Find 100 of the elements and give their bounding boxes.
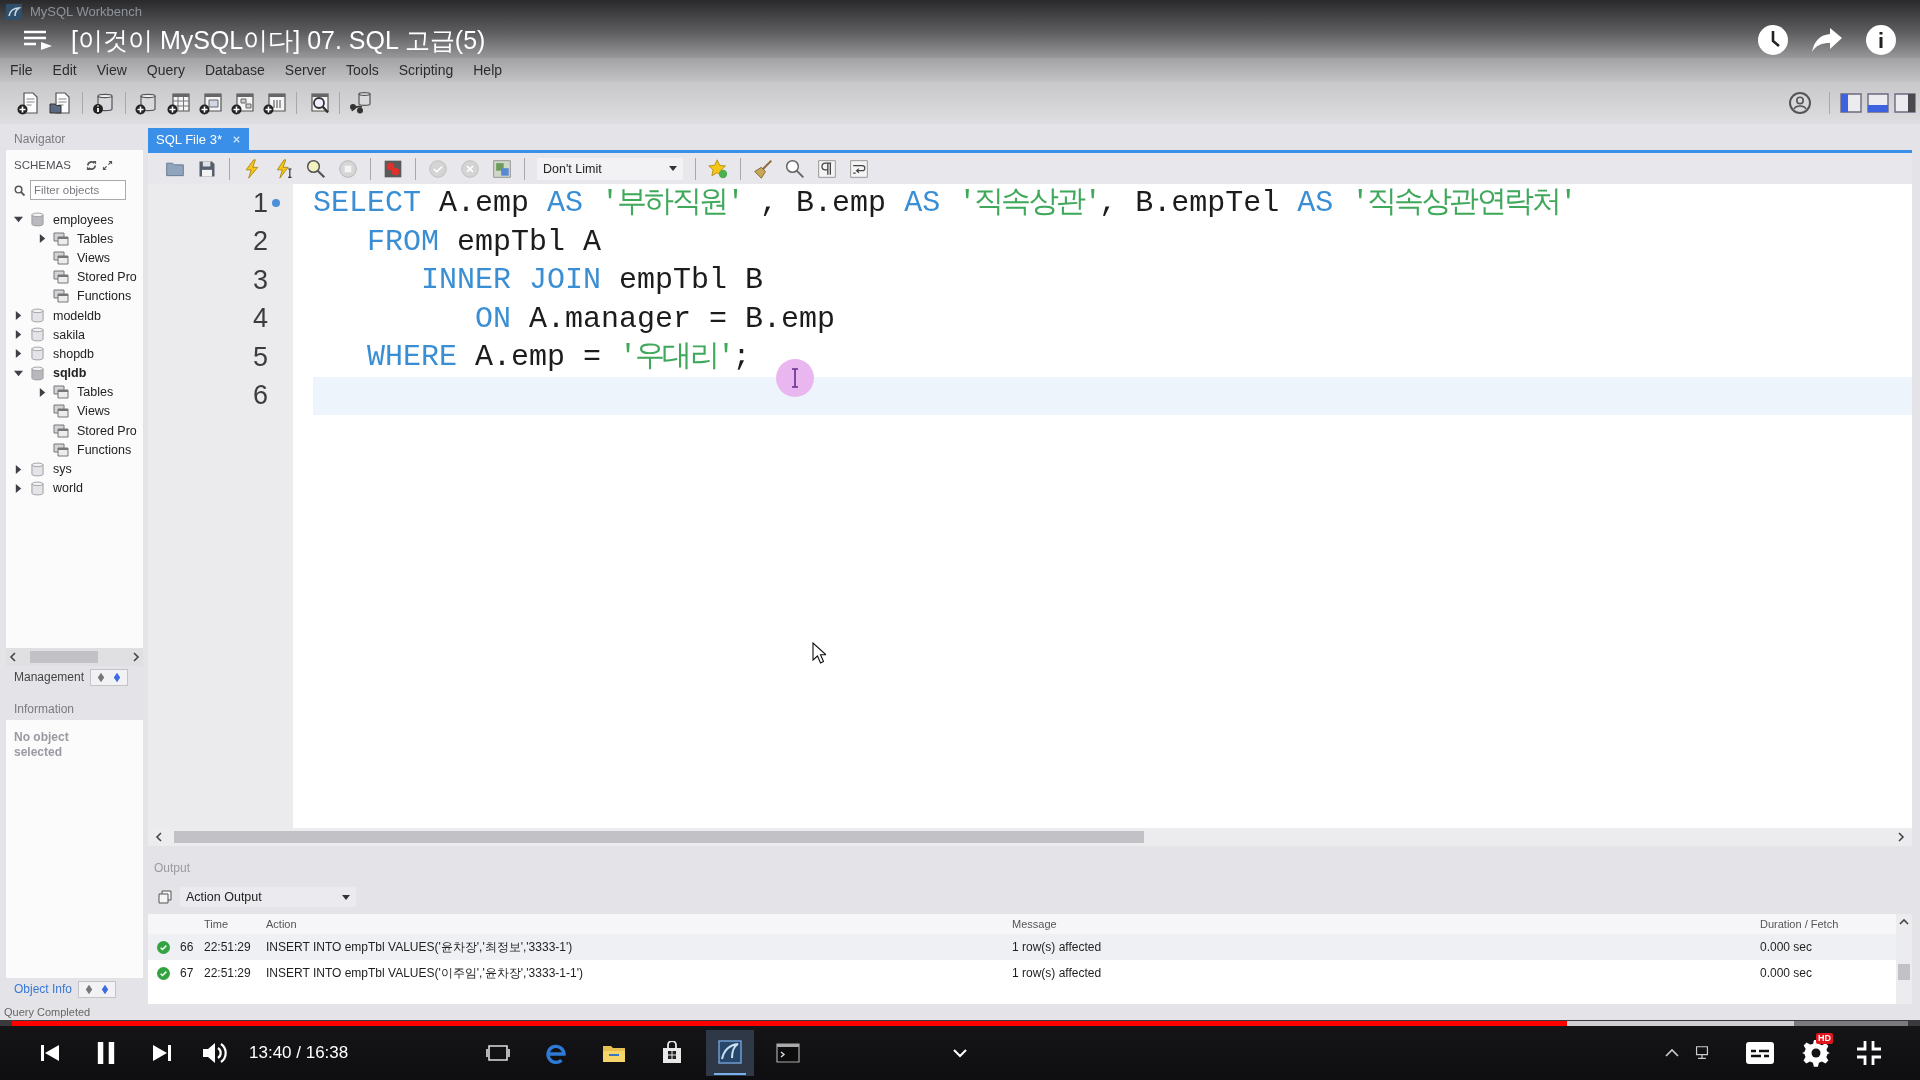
tree-item[interactable]: Functions bbox=[77, 289, 132, 304]
app-icon[interactable] bbox=[706, 1030, 754, 1076]
panel-tab[interactable]: Management bbox=[14, 670, 85, 684]
tree-item[interactable]: Views bbox=[77, 250, 111, 265]
settings-icon[interactable] bbox=[1802, 1039, 1830, 1067]
diamond-tab-icon[interactable] bbox=[85, 983, 94, 995]
function-add-icon[interactable] bbox=[263, 91, 287, 115]
panel-tab[interactable]: Object Info bbox=[14, 982, 73, 996]
schema-name[interactable]: sqldb bbox=[53, 366, 87, 381]
menu-item[interactable]: View bbox=[96, 61, 127, 79]
right-panel-toggle-icon[interactable] bbox=[1894, 93, 1916, 113]
procedure-add-icon[interactable] bbox=[231, 91, 255, 115]
horizontal-scrollbar[interactable] bbox=[6, 648, 143, 666]
person-circle-icon[interactable] bbox=[1789, 92, 1811, 114]
scrollbar-thumb[interactable] bbox=[174, 831, 1144, 843]
sql-file-add-icon[interactable] bbox=[17, 91, 41, 115]
column-header[interactable]: Time bbox=[204, 918, 229, 930]
database-info-icon[interactable] bbox=[92, 91, 116, 115]
schema-name[interactable]: sakila bbox=[53, 327, 85, 342]
menu-item[interactable]: File bbox=[10, 61, 33, 79]
chevron-left-icon[interactable] bbox=[155, 832, 163, 842]
vertical-scrollbar[interactable] bbox=[1896, 914, 1912, 1004]
check-circle-icon[interactable] bbox=[428, 158, 448, 179]
menu-item[interactable]: Database bbox=[204, 61, 265, 79]
output-row[interactable]: 66 22:51:29 INSERT INTO empTbl VALUES('윤차장','최정보','3333-1') 1 row(s) affected 0.000 sec bbox=[148, 934, 1896, 960]
diamond-tab-icon[interactable] bbox=[97, 671, 106, 683]
pause-icon[interactable] bbox=[96, 1042, 116, 1064]
copy-icon[interactable] bbox=[158, 890, 172, 904]
pilcrow-icon[interactable] bbox=[817, 158, 837, 179]
autocommit-toggle-icon[interactable] bbox=[492, 158, 512, 179]
column-header[interactable]: Message bbox=[1012, 918, 1057, 930]
search-icon[interactable] bbox=[785, 158, 805, 179]
tree-item[interactable]: Views bbox=[77, 404, 111, 419]
filter-field[interactable]: Filter objects bbox=[30, 180, 126, 200]
triangle-down-icon[interactable] bbox=[14, 368, 23, 378]
output-toggle-icon[interactable] bbox=[1867, 93, 1889, 113]
tree-item[interactable]: Stored Pro bbox=[77, 270, 137, 285]
menu-item[interactable]: Query bbox=[146, 61, 185, 79]
menu-item[interactable]: Tools bbox=[346, 61, 379, 79]
triangle-right-icon[interactable] bbox=[14, 483, 23, 493]
volume-icon[interactable] bbox=[202, 1041, 228, 1065]
triangle-right-icon[interactable] bbox=[14, 349, 23, 359]
circles-toggle-icon[interactable] bbox=[383, 158, 403, 179]
triangle-down-icon[interactable] bbox=[14, 215, 23, 225]
shopping-bag-icon[interactable] bbox=[660, 1041, 684, 1065]
tree-item[interactable]: Tables bbox=[77, 385, 114, 400]
captions-icon[interactable] bbox=[1746, 1042, 1774, 1064]
chevron-up-icon[interactable] bbox=[1899, 918, 1909, 926]
column-header[interactable]: Action bbox=[266, 918, 297, 930]
diamond-tab-icon[interactable] bbox=[113, 671, 122, 683]
tree-item[interactable]: Functions bbox=[77, 442, 132, 457]
menu-item[interactable]: Server bbox=[284, 61, 327, 79]
tree-item[interactable]: Stored Pro bbox=[77, 423, 137, 438]
exit-fullscreen-icon[interactable] bbox=[1856, 1040, 1882, 1066]
triangle-right-icon[interactable] bbox=[14, 311, 23, 321]
table-add-icon[interactable] bbox=[167, 91, 191, 115]
triangle-right-icon[interactable] bbox=[38, 387, 47, 397]
wrap-icon[interactable] bbox=[849, 158, 869, 179]
sql-file-open-icon[interactable] bbox=[49, 91, 73, 115]
schema-name[interactable]: sys bbox=[53, 462, 72, 477]
network-icon[interactable] bbox=[1694, 1046, 1710, 1060]
menu-item[interactable]: Edit bbox=[52, 61, 77, 79]
menu-item[interactable]: Scripting bbox=[398, 61, 454, 79]
chevron-down-icon[interactable] bbox=[952, 1048, 968, 1058]
scrollbar-thumb[interactable] bbox=[30, 651, 98, 663]
scrollbar-thumb[interactable] bbox=[1898, 964, 1910, 980]
close-icon[interactable] bbox=[232, 134, 241, 144]
video-title[interactable]: [이것이 MySQL이다] 07. SQL 고급(5) bbox=[71, 25, 486, 55]
chevron-left-icon[interactable] bbox=[9, 652, 17, 662]
expand-icon[interactable] bbox=[101, 159, 113, 171]
diamond-tab-icon[interactable] bbox=[101, 983, 110, 995]
info-icon[interactable] bbox=[1866, 25, 1896, 55]
horizontal-scrollbar[interactable] bbox=[148, 828, 1912, 846]
output-row[interactable]: 67 22:51:29 INSERT INTO empTbl VALUES('이주임','윤차장','3333-1-1') 1 row(s) affected 0.000 sec bbox=[148, 960, 1896, 986]
menu-item[interactable]: Help bbox=[473, 61, 503, 79]
triangle-right-icon[interactable] bbox=[14, 464, 23, 474]
chevron-right-icon[interactable] bbox=[132, 652, 140, 662]
tree-item[interactable]: Tables bbox=[77, 231, 114, 246]
output-mode-dropdown[interactable]: Action Output bbox=[180, 887, 356, 907]
column-header[interactable]: Duration / Fetch bbox=[1760, 918, 1839, 930]
schema-name[interactable]: modeldb bbox=[53, 308, 101, 323]
next-icon[interactable] bbox=[152, 1043, 172, 1063]
terminal-icon[interactable] bbox=[776, 1041, 800, 1065]
database-add-icon[interactable] bbox=[135, 91, 159, 115]
playlist-icon[interactable] bbox=[24, 30, 52, 50]
view-add-icon[interactable] bbox=[199, 91, 223, 115]
clock-icon[interactable] bbox=[1758, 25, 1788, 55]
broom-icon[interactable] bbox=[753, 158, 773, 179]
limit-dropdown[interactable]: Don't Limit bbox=[537, 157, 683, 180]
code-editor[interactable]: 1 2 3 4 5 6 SELECT A.emp AS '부하직원' , B.emp AS '직속상관', B.empTel AS '직속상관연락처' FROM empTbl A INNER JOIN empTbl B ON A.manager = B.emp WHERE A.emp = '우대리'; bbox=[148, 184, 1912, 828]
refresh-icon[interactable] bbox=[85, 159, 97, 171]
schema-name[interactable]: world bbox=[53, 481, 83, 496]
schema-name[interactable]: employees bbox=[53, 212, 114, 227]
lightning-cursor-icon[interactable] bbox=[274, 158, 294, 179]
triangle-right-icon[interactable] bbox=[14, 330, 23, 340]
triangle-right-icon[interactable] bbox=[38, 234, 47, 244]
previous-icon[interactable] bbox=[40, 1043, 60, 1063]
schema-name[interactable]: shopdb bbox=[53, 346, 94, 361]
star-add-icon[interactable] bbox=[708, 158, 728, 179]
database-reconnect-icon[interactable] bbox=[349, 91, 373, 115]
